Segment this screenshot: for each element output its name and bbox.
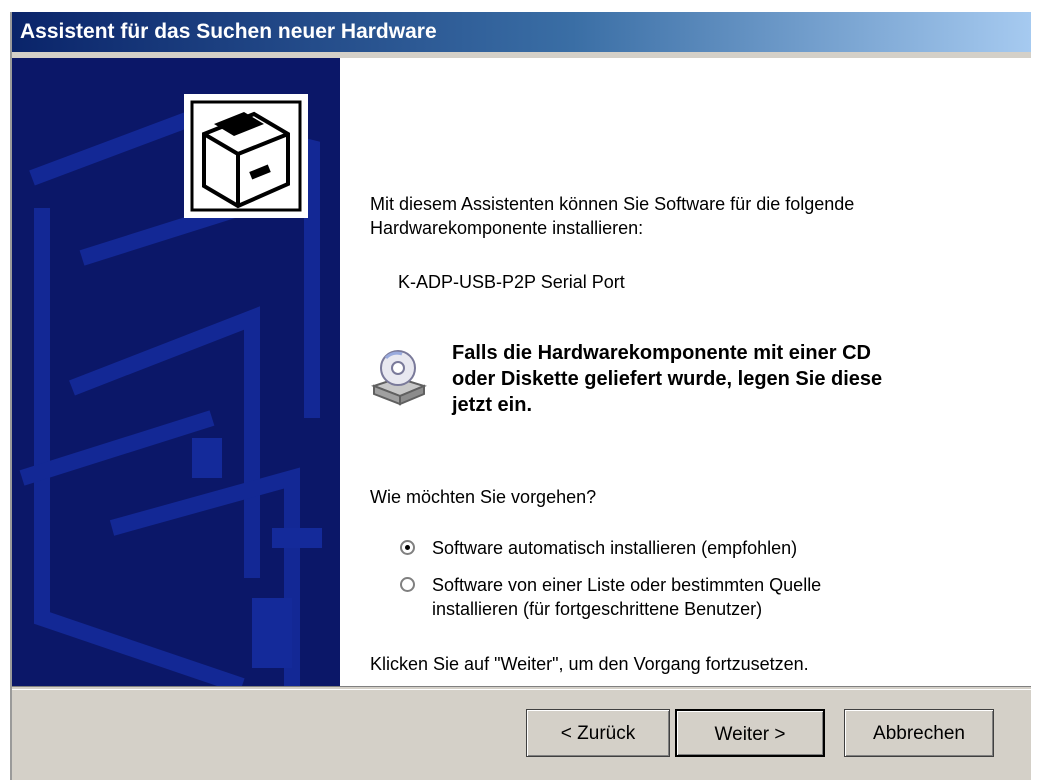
hardware-board-icon	[184, 94, 308, 218]
title-bar: Assistent für das Suchen neuer Hardware	[12, 12, 1031, 52]
instruction-text: Klicken Sie auf "Weiter", um den Vorgang…	[370, 654, 809, 674]
device-name: K-ADP-USB-P2P Serial Port	[398, 272, 625, 292]
manual-line-2[interactable]: installieren (für fortgeschrittene Benut…	[432, 597, 821, 621]
cd-notice: Falls die Hardwarekomponente mit einer C…	[452, 340, 882, 418]
button-separator	[12, 686, 1031, 690]
option-auto-install-label[interactable]: Software automatisch installieren (empfo…	[432, 536, 797, 560]
back-button[interactable]: < Zurück	[526, 709, 670, 757]
intro-line-1: Mit diesem Assistenten können Sie Softwa…	[370, 194, 855, 214]
option-manual-install-label[interactable]: Software von einer Liste oder bestimmten…	[432, 573, 821, 621]
cd-notice-line-2: oder Diskette geliefert wurde, legen Sie…	[452, 368, 883, 390]
cd-notice-line-3: jetzt ein.	[452, 394, 533, 416]
intro-line-2: Hardwarekomponente installieren:	[370, 218, 644, 238]
wizard-banner	[12, 58, 340, 686]
cd-notice-line-1: Falls die Hardwarekomponente mit einer C…	[452, 342, 871, 364]
radio-auto-install[interactable]	[400, 540, 415, 555]
next-button[interactable]: Weiter >	[675, 709, 825, 757]
manual-line-1[interactable]: Software von einer Liste oder bestimmten…	[432, 573, 821, 597]
intro-text: Mit diesem Assistenten können Sie Softwa…	[370, 192, 854, 240]
cancel-button[interactable]: Abbrechen	[844, 709, 994, 757]
wizard-window: Assistent für das Suchen neuer Hardware	[10, 12, 1032, 780]
question-text: Wie möchten Sie vorgehen?	[370, 487, 597, 507]
radio-manual-install[interactable]	[400, 577, 415, 592]
cd-drive-icon	[368, 346, 428, 406]
wizard-content: Mit diesem Assistenten können Sie Softwa…	[340, 58, 1031, 686]
